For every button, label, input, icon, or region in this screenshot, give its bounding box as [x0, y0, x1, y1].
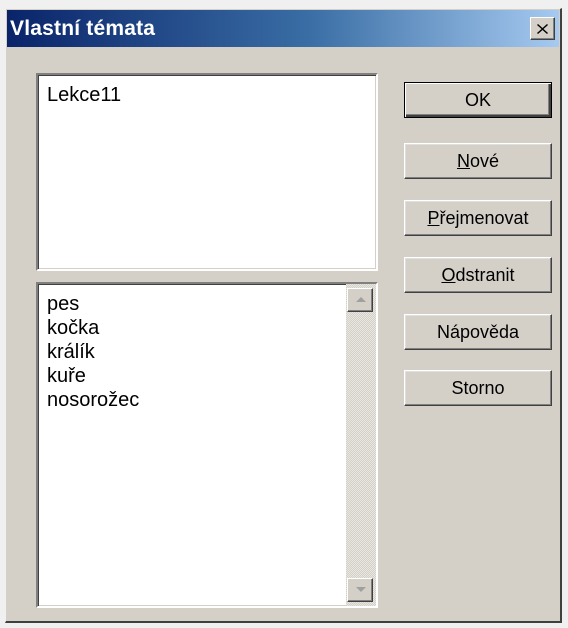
- new-label: ové: [469, 151, 500, 171]
- word-list-item[interactable]: kočka: [38, 316, 376, 340]
- scroll-up-arrow-icon: [356, 297, 366, 302]
- word-list-item[interactable]: pes: [38, 292, 376, 316]
- word-list-item[interactable]: kuře: [38, 364, 376, 388]
- theme-list-item[interactable]: Lekce11: [38, 83, 376, 107]
- scroll-down-button[interactable]: [347, 578, 373, 602]
- delete-accelerator: O: [441, 265, 456, 285]
- close-button[interactable]: [530, 17, 555, 40]
- window-title: Vlastní témata: [10, 17, 156, 40]
- theme-listbox[interactable]: Lekce11: [36, 73, 378, 271]
- cancel-button[interactable]: Storno: [404, 370, 552, 406]
- custom-themes-dialog: Vlastní témata Lekce11 pes kočka králík …: [5, 8, 562, 623]
- new-button[interactable]: Nové: [404, 143, 552, 179]
- close-icon: [537, 23, 548, 34]
- word-items: pes kočka králík kuře nosorožec: [38, 284, 376, 412]
- rename-button[interactable]: Přejmenovat: [404, 200, 552, 236]
- scroll-down-arrow-icon: [356, 587, 366, 592]
- word-list-item[interactable]: nosorožec: [38, 388, 376, 412]
- rename-label: řejmenovat: [439, 208, 529, 228]
- new-accelerator: N: [456, 151, 470, 171]
- word-list-item[interactable]: králík: [38, 340, 376, 364]
- word-listbox[interactable]: pes kočka králík kuře nosorožec: [36, 282, 378, 608]
- theme-items: Lekce11: [38, 75, 376, 107]
- ok-button[interactable]: OK: [404, 82, 552, 118]
- help-button[interactable]: Nápověda: [404, 314, 552, 350]
- rename-accelerator: P: [427, 208, 440, 228]
- scroll-up-button[interactable]: [347, 288, 373, 312]
- word-list-scrollbar[interactable]: [346, 284, 376, 606]
- delete-button[interactable]: Odstranit: [404, 257, 552, 293]
- title-bar[interactable]: Vlastní témata: [7, 10, 559, 47]
- delete-label: dstranit: [455, 265, 515, 285]
